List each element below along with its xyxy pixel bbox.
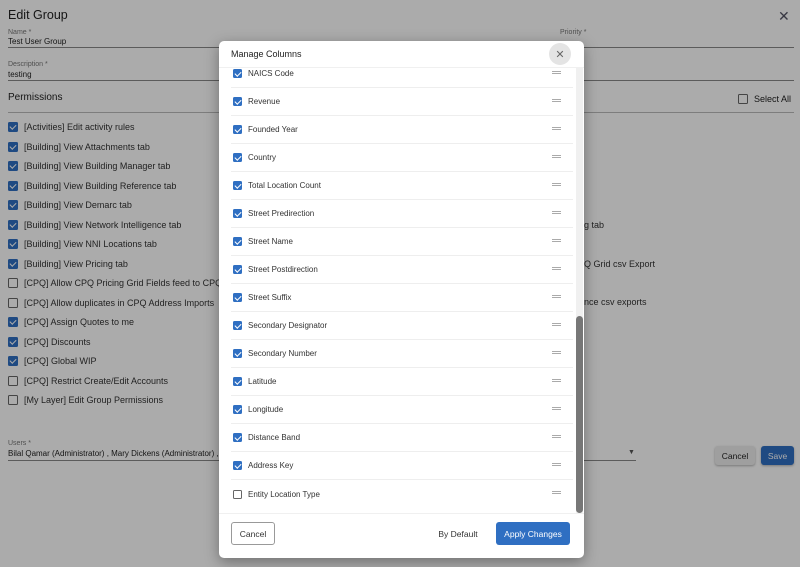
dialog-title: Manage Columns xyxy=(231,49,302,59)
column-row[interactable]: Longitude xyxy=(231,396,573,424)
drag-handle-icon[interactable] xyxy=(552,71,561,74)
checkbox[interactable] xyxy=(233,349,242,358)
drag-handle-icon[interactable] xyxy=(552,267,561,270)
drag-handle-icon[interactable] xyxy=(552,435,561,438)
cancel-button[interactable]: Cancel xyxy=(231,522,275,545)
column-label: Street Name xyxy=(248,237,293,246)
column-row[interactable]: Distance Band xyxy=(231,424,573,452)
checkbox[interactable] xyxy=(233,125,242,134)
checkbox[interactable] xyxy=(233,265,242,274)
drag-handle-icon[interactable] xyxy=(552,351,561,354)
drag-handle-icon[interactable] xyxy=(552,239,561,242)
column-label: Secondary Number xyxy=(248,349,317,358)
column-label: NAICS Code xyxy=(248,69,294,78)
column-label: Country xyxy=(248,153,277,162)
drag-handle-icon[interactable] xyxy=(552,463,561,466)
footer-divider xyxy=(219,513,584,514)
manage-columns-dialog: Manage Columns ✕ NAICS Code Revenue Founde… xyxy=(219,41,584,558)
column-label: Street Suffix xyxy=(248,293,292,302)
column-label: Address Key xyxy=(248,461,294,470)
scrollbar-thumb[interactable] xyxy=(576,316,583,513)
drag-handle-icon[interactable] xyxy=(552,183,561,186)
column-label: Secondary Designator xyxy=(248,321,328,330)
column-label: Longitude xyxy=(248,405,284,414)
column-row[interactable]: Street Name xyxy=(231,228,573,256)
drag-handle-icon[interactable] xyxy=(552,323,561,326)
checkbox[interactable] xyxy=(233,181,242,190)
by-default-button[interactable]: By Default xyxy=(433,522,483,545)
checkbox[interactable] xyxy=(233,377,242,386)
drag-handle-icon[interactable] xyxy=(552,379,561,382)
drag-handle-icon[interactable] xyxy=(552,295,561,298)
column-label: Distance Band xyxy=(248,433,301,442)
drag-handle-icon[interactable] xyxy=(552,407,561,410)
column-row[interactable]: Latitude xyxy=(231,368,573,396)
column-label: Founded Year xyxy=(248,125,298,134)
checkbox[interactable] xyxy=(233,97,242,106)
drag-handle-icon[interactable] xyxy=(552,491,561,494)
checkbox[interactable] xyxy=(233,209,242,218)
column-row[interactable]: Street Suffix xyxy=(231,284,573,312)
drag-handle-icon[interactable] xyxy=(552,211,561,214)
column-row[interactable]: Address Key xyxy=(231,452,573,480)
column-row[interactable]: Secondary Designator xyxy=(231,312,573,340)
checkbox[interactable] xyxy=(233,69,242,78)
checkbox[interactable] xyxy=(233,461,242,470)
checkbox[interactable] xyxy=(233,433,242,442)
checkbox[interactable] xyxy=(233,237,242,246)
column-label: Street Postdirection xyxy=(248,265,318,274)
scrollbar[interactable] xyxy=(576,68,583,513)
column-row[interactable]: Country xyxy=(231,144,573,172)
column-label: Latitude xyxy=(248,377,277,386)
column-row[interactable]: Founded Year xyxy=(231,116,573,144)
column-row[interactable]: Revenue xyxy=(231,88,573,116)
apply-changes-button[interactable]: Apply Changes xyxy=(496,522,570,545)
column-row[interactable]: Street Predirection xyxy=(231,200,573,228)
checkbox[interactable] xyxy=(233,405,242,414)
column-row[interactable]: Entity Location Type xyxy=(231,480,573,508)
column-label: Total Location Count xyxy=(248,181,321,190)
checkbox[interactable] xyxy=(233,489,242,499)
drag-handle-icon[interactable] xyxy=(552,99,561,102)
column-label: Revenue xyxy=(248,97,281,106)
column-label: Entity Location Type xyxy=(248,489,320,499)
column-row[interactable]: Total Location Count xyxy=(231,172,573,200)
checkbox[interactable] xyxy=(233,293,242,302)
drag-handle-icon[interactable] xyxy=(552,127,561,130)
column-row[interactable]: Secondary Number xyxy=(231,340,573,368)
checkbox[interactable] xyxy=(233,153,242,162)
column-row[interactable]: NAICS Code xyxy=(231,60,573,88)
column-row[interactable]: Street Postdirection xyxy=(231,256,573,284)
drag-handle-icon[interactable] xyxy=(552,155,561,158)
column-label: Street Predirection xyxy=(248,209,315,218)
checkbox[interactable] xyxy=(233,321,242,330)
